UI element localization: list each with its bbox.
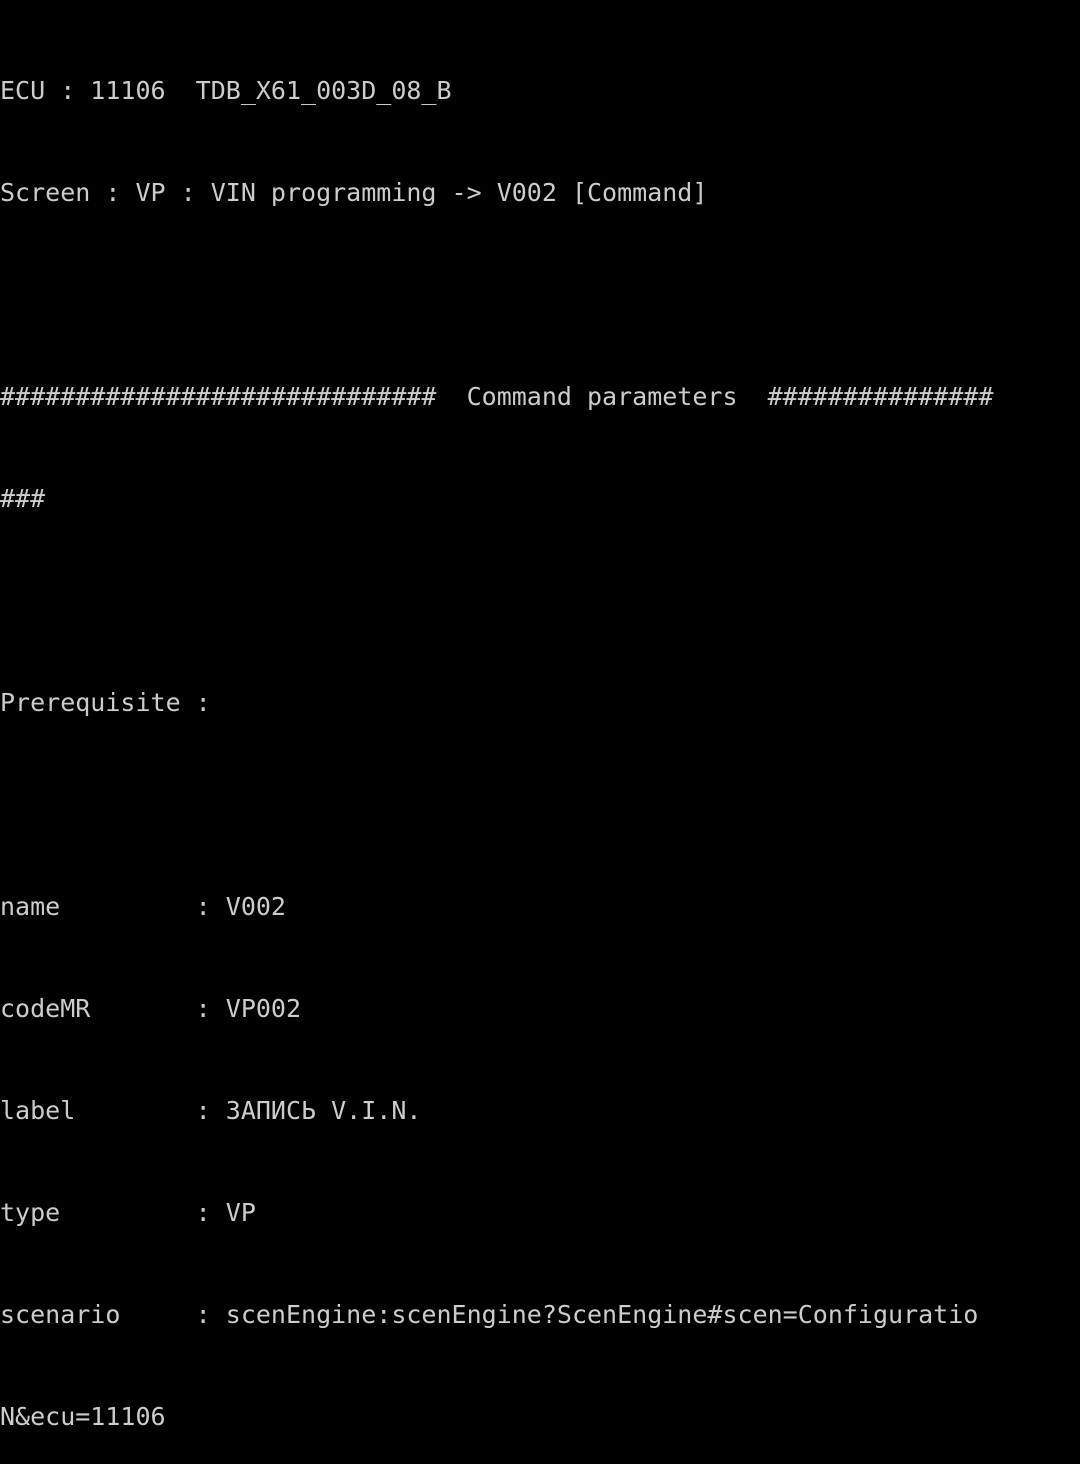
- terminal-line-blank-1: [0, 278, 1080, 312]
- terminal-line-ecu: ECU : 11106 TDB_X61_003D_08_B: [0, 76, 452, 105]
- terminal-line-param-label: label : ЗАПИСЬ V.I.N.: [0, 1096, 422, 1125]
- terminal-line-param-scenario: scenario : scenEngine:scenEngine?ScenEng…: [0, 1300, 979, 1329]
- terminal-line-param-scenario-wrap: N&ecu=11106: [0, 1402, 166, 1431]
- terminal-line-separator-top: ############################# Command pa…: [0, 382, 994, 411]
- terminal-line-param-name: name : V002: [0, 892, 286, 921]
- terminal-screen[interactable]: ECU : 11106 TDB_X61_003D_08_B Screen : V…: [0, 0, 1080, 1431]
- terminal-line-blank-2: [0, 584, 1080, 618]
- terminal-line-separator-wrap: ###: [0, 484, 46, 513]
- terminal-line-param-type: type : VP: [0, 1198, 256, 1227]
- terminal-line-blank-3: [0, 788, 1080, 822]
- terminal-line-prerequisite: Prerequisite :: [0, 688, 211, 717]
- terminal-line-screen: Screen : VP : VIN programming -> V002 [C…: [0, 178, 708, 207]
- terminal-line-param-codemr: codeMR : VP002: [0, 994, 302, 1023]
